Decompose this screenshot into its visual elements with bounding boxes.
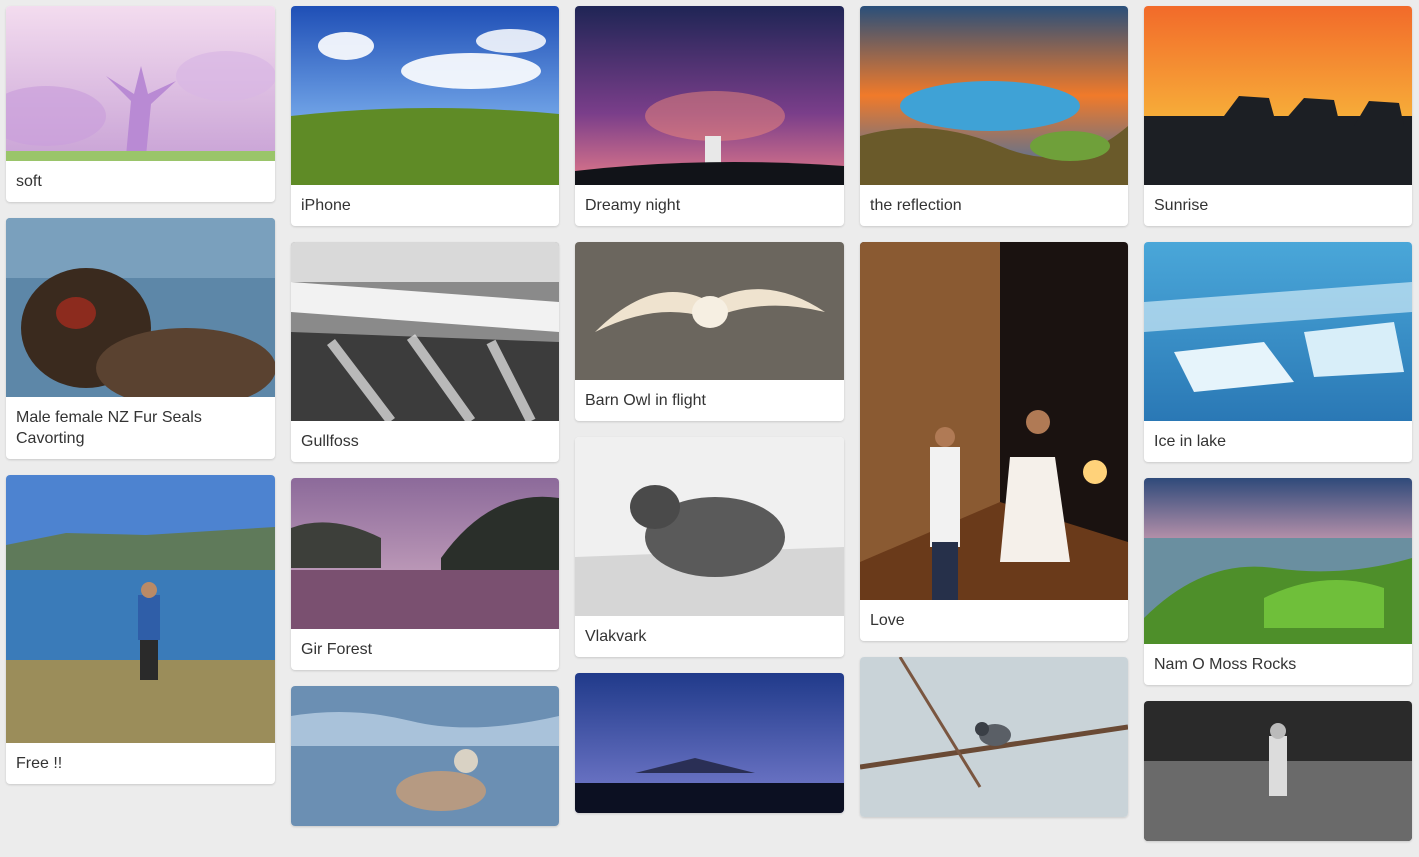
- photo-title: Vlakvark: [585, 628, 647, 645]
- photo-title: Nam O Moss Rocks: [1154, 656, 1297, 673]
- photo-card[interactable]: [291, 686, 559, 826]
- photo-bird-branch[interactable]: [860, 657, 1128, 817]
- photo-card[interactable]: the reflection: [860, 6, 1128, 226]
- photo-card[interactable]: Free !!: [6, 475, 275, 784]
- photo-ice-in-lake[interactable]: [1144, 242, 1412, 421]
- photo-free[interactable]: [6, 475, 275, 743]
- photo-card[interactable]: Dreamy night: [575, 6, 844, 226]
- photo-star-trails[interactable]: [575, 673, 844, 813]
- photo-title: Love: [870, 612, 905, 629]
- photo-card[interactable]: Gullfoss: [291, 242, 559, 462]
- gallery-column-4: the reflection Love: [860, 6, 1128, 833]
- gallery-column-2: iPhone Gullfoss Gir Forest: [291, 6, 559, 842]
- photo-dreamy-night[interactable]: [575, 6, 844, 185]
- photo-love[interactable]: [860, 242, 1128, 600]
- photo-gir-forest[interactable]: [291, 478, 559, 629]
- photo-card[interactable]: Male female NZ Fur Seals Cavorting: [6, 218, 275, 459]
- photo-fur-seals[interactable]: [6, 218, 275, 397]
- photo-the-reflection[interactable]: [860, 6, 1128, 185]
- gallery-column-3: Dreamy night Barn Owl in flight Vlakvark: [575, 6, 844, 829]
- photo-duck[interactable]: [291, 686, 559, 826]
- photo-card[interactable]: [1144, 701, 1412, 841]
- photo-title: Sunrise: [1154, 197, 1209, 214]
- photo-card[interactable]: [575, 673, 844, 813]
- photo-nam-o-moss-rocks[interactable]: [1144, 478, 1412, 644]
- photo-card[interactable]: Sunrise: [1144, 6, 1412, 226]
- photo-title: Free !!: [16, 755, 63, 772]
- photo-iphone[interactable]: [291, 6, 559, 185]
- photo-black-white-park[interactable]: [1144, 701, 1412, 841]
- photo-barn-owl[interactable]: [575, 242, 844, 380]
- photo-soft[interactable]: [6, 6, 275, 161]
- photo-title: Gullfoss: [301, 433, 359, 450]
- photo-gullfoss[interactable]: [291, 242, 559, 421]
- gallery-column-5: Sunrise Ice in lake Nam O Moss Rocks: [1144, 6, 1412, 857]
- photo-vlakvark[interactable]: [575, 437, 844, 616]
- photo-title: Ice in lake: [1154, 433, 1227, 450]
- photo-title: Barn Owl in flight: [585, 392, 706, 409]
- photo-card[interactable]: Nam O Moss Rocks: [1144, 478, 1412, 685]
- gallery-column-1: soft Male female NZ Fur Seals Cavorting: [6, 6, 275, 800]
- photo-card[interactable]: soft: [6, 6, 275, 202]
- photo-title: iPhone: [301, 197, 351, 214]
- photo-card[interactable]: iPhone: [291, 6, 559, 226]
- photo-title: the reflection: [870, 197, 962, 214]
- photo-card[interactable]: Gir Forest: [291, 478, 559, 670]
- photo-card[interactable]: Barn Owl in flight: [575, 242, 844, 421]
- photo-card[interactable]: Vlakvark: [575, 437, 844, 657]
- photo-card[interactable]: Ice in lake: [1144, 242, 1412, 462]
- photo-title: Gir Forest: [301, 641, 373, 658]
- photo-card[interactable]: Love: [860, 242, 1128, 641]
- photo-card[interactable]: [860, 657, 1128, 817]
- photo-sunrise[interactable]: [1144, 6, 1412, 185]
- photo-title: Dreamy night: [585, 197, 681, 214]
- photo-title: Male female NZ Fur Seals Cavorting: [16, 409, 202, 447]
- photo-title: soft: [16, 173, 42, 190]
